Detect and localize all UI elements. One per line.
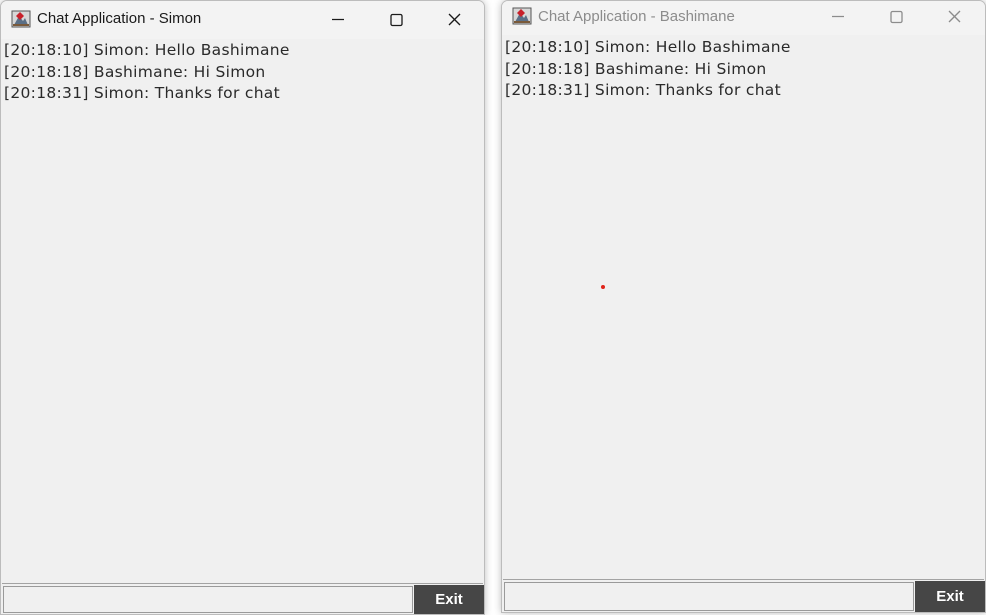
chat-history[interactable]: [20:18:10] Simon: Hello Bashimane [20:18…: [2, 39, 483, 584]
close-icon: [448, 13, 461, 26]
window-title: Chat Application - Simon: [37, 10, 202, 27]
title-bar[interactable]: Chat Application - Simon: [1, 1, 484, 39]
chat-message: [20:18:18] Bashimane: Hi Simon: [4, 62, 266, 81]
maximize-icon: [390, 13, 403, 27]
message-input[interactable]: [3, 586, 413, 613]
exit-button[interactable]: Exit: [414, 585, 484, 614]
chat-message: [20:18:10] Simon: Hello Bashimane: [505, 38, 791, 56]
java-app-icon: [512, 6, 532, 26]
chat-message: [20:18:31] Simon: Thanks for chat: [4, 84, 280, 102]
chat-window-bashimane[interactable]: Chat Application - Bashimane [20:18:10] …: [501, 0, 986, 613]
message-input[interactable]: [504, 582, 914, 611]
title-bar[interactable]: Chat Application - Bashimane: [502, 1, 985, 35]
maximize-button[interactable]: [873, 1, 919, 35]
chat-message: [20:18:18] Bashimane: Hi Simon: [505, 59, 767, 78]
close-icon: [948, 10, 961, 23]
chat-message: [20:18:31] Simon: Thanks for chat: [505, 81, 781, 99]
minimize-icon: [332, 18, 344, 21]
minimize-button[interactable]: [815, 1, 861, 35]
window-title: Chat Application - Bashimane: [538, 8, 735, 25]
close-button[interactable]: [931, 1, 977, 35]
maximize-button[interactable]: [373, 1, 419, 39]
minimize-button[interactable]: [315, 1, 361, 39]
close-button[interactable]: [431, 1, 477, 39]
chat-message: [20:18:10] Simon: Hello Bashimane: [4, 41, 290, 59]
maximize-icon: [890, 10, 903, 24]
chat-window-simon[interactable]: Chat Application - Simon [20:18:10] Simo…: [0, 0, 485, 615]
java-app-icon: [11, 9, 31, 29]
mouse-cursor-dot: [601, 285, 605, 289]
chat-history[interactable]: [20:18:10] Simon: Hello Bashimane [20:18…: [503, 36, 984, 580]
minimize-icon: [832, 15, 844, 18]
exit-button[interactable]: Exit: [915, 581, 985, 612]
